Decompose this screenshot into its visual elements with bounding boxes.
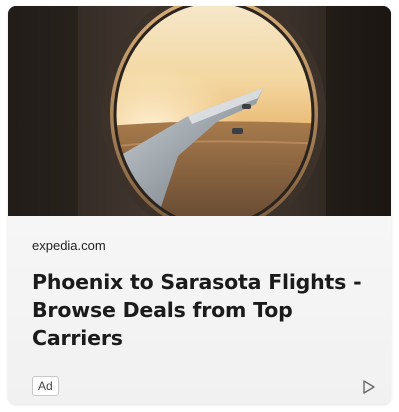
ad-badge: Ad <box>32 376 59 396</box>
ad-content[interactable]: expedia.com Phoenix to Sarasota Flights … <box>8 216 391 404</box>
adchoices-play-icon[interactable] <box>361 379 377 395</box>
ad-headline[interactable]: Phoenix to Sarasota Flights - Browse Dea… <box>32 268 382 352</box>
ad-card[interactable]: expedia.com Phoenix to Sarasota Flights … <box>8 6 391 404</box>
ad-image[interactable] <box>8 6 391 216</box>
airplane-window-photo <box>8 6 391 216</box>
ad-source-domain[interactable]: expedia.com <box>32 238 106 253</box>
